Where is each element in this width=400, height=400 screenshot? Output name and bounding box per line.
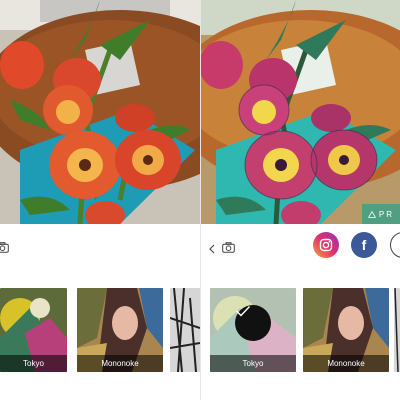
pro-badge-text: PR	[378, 209, 394, 219]
share-facebook-button[interactable]: f	[351, 232, 377, 258]
share-more-button[interactable]	[390, 232, 400, 258]
original-panel: Tokyo Mononoke	[0, 0, 200, 400]
filter-label: Mononoke	[303, 355, 389, 372]
filter-label: Tokyo	[0, 355, 67, 372]
pro-badge[interactable]: PR	[361, 204, 400, 224]
back-chevron-icon	[209, 244, 215, 254]
share-instagram-button[interactable]	[313, 232, 339, 258]
selected-checkmark	[235, 305, 271, 341]
camera-icon	[0, 242, 9, 253]
filter-label: Tokyo	[210, 355, 296, 372]
filter-thumbnail-mononoke[interactable]: Mononoke	[77, 288, 163, 372]
filter-thumbnail-tokyo[interactable]: Tokyo	[0, 288, 67, 372]
styled-panel: PR f Tokyo Mononoke	[201, 0, 400, 400]
camera-icon	[222, 242, 235, 253]
filter-thumbnail-partial[interactable]	[170, 288, 200, 372]
filter-label: Mononoke	[77, 355, 163, 372]
instagram-icon	[319, 238, 333, 252]
camera-button[interactable]	[222, 240, 235, 258]
camera-button[interactable]	[0, 240, 9, 258]
filter-thumbnail-partial[interactable]	[394, 288, 400, 372]
original-photo	[0, 0, 200, 224]
styled-photo: PR	[201, 0, 400, 224]
filter-thumbnail-mononoke[interactable]: Mononoke	[303, 288, 389, 372]
filter-thumbnail-tokyo-selected[interactable]: Tokyo	[210, 288, 296, 372]
checkmark-icon	[236, 306, 251, 317]
back-button[interactable]	[209, 241, 215, 259]
facebook-icon: f	[361, 237, 367, 253]
warning-triangle-icon	[367, 210, 376, 218]
